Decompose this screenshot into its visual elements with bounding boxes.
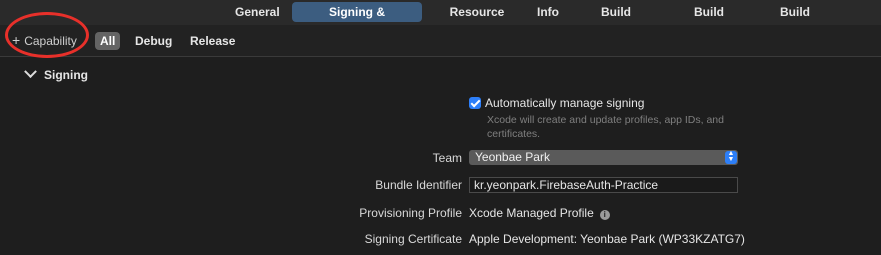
signing-certificate-value: Apple Development: Yeonbae Park (WP33KZA… bbox=[469, 232, 745, 246]
section-title: Signing bbox=[44, 68, 88, 82]
tab-info[interactable]: Info bbox=[530, 2, 564, 22]
auto-manage-signing-checkbox[interactable] bbox=[469, 97, 481, 109]
info-icon[interactable]: i bbox=[599, 210, 610, 220]
tab-build-phases[interactable]: Build Phases bbox=[668, 2, 750, 39]
chevron-down-icon bbox=[24, 65, 37, 79]
bundle-identifier-field[interactable]: kr.yeonpark.FirebaseAuth-Practice bbox=[469, 177, 738, 193]
filter-release[interactable]: Release bbox=[185, 32, 240, 50]
signing-certificate-label: Signing Certificate bbox=[364, 232, 462, 246]
provisioning-profile-label: Provisioning Profile bbox=[359, 206, 462, 220]
team-label: Team bbox=[432, 151, 462, 165]
provisioning-profile-value-row: Xcode Managed Profile i bbox=[469, 206, 610, 220]
capabilities-toolbar: + Capability All Debug Release bbox=[0, 25, 881, 57]
filter-all[interactable]: All bbox=[95, 32, 121, 50]
add-capability-button[interactable]: + Capability bbox=[12, 32, 77, 49]
team-popup[interactable]: Yeonbae Park ▲ ▼ bbox=[469, 150, 738, 165]
tab-general[interactable]: General bbox=[228, 2, 284, 22]
auto-manage-signing-label: Automatically manage signing bbox=[485, 96, 645, 110]
tab-signing-capabilities[interactable]: Signing & Capabilities bbox=[292, 2, 422, 39]
auto-manage-signing-description: Xcode will create and update profiles, a… bbox=[487, 114, 724, 140]
team-value: Yeonbae Park bbox=[475, 150, 550, 164]
tab-build-settings[interactable]: Build Settings bbox=[572, 2, 660, 39]
tab-resource-tags[interactable]: Resource Tags bbox=[432, 2, 522, 39]
plus-icon: + bbox=[12, 32, 21, 48]
signing-section-header[interactable]: Signing bbox=[24, 65, 88, 83]
filter-debug[interactable]: Debug bbox=[130, 32, 177, 50]
bundle-identifier-label: Bundle Identifier bbox=[375, 178, 462, 192]
add-capability-label: Capability bbox=[24, 34, 77, 48]
provisioning-profile-value: Xcode Managed Profile bbox=[469, 206, 594, 220]
tab-build-rules[interactable]: Build Rules bbox=[758, 2, 832, 39]
chevron-up-down-icon: ▲ ▼ bbox=[725, 150, 737, 164]
editor-tab-bar: General Signing & Capabilities Resource … bbox=[0, 0, 881, 39]
